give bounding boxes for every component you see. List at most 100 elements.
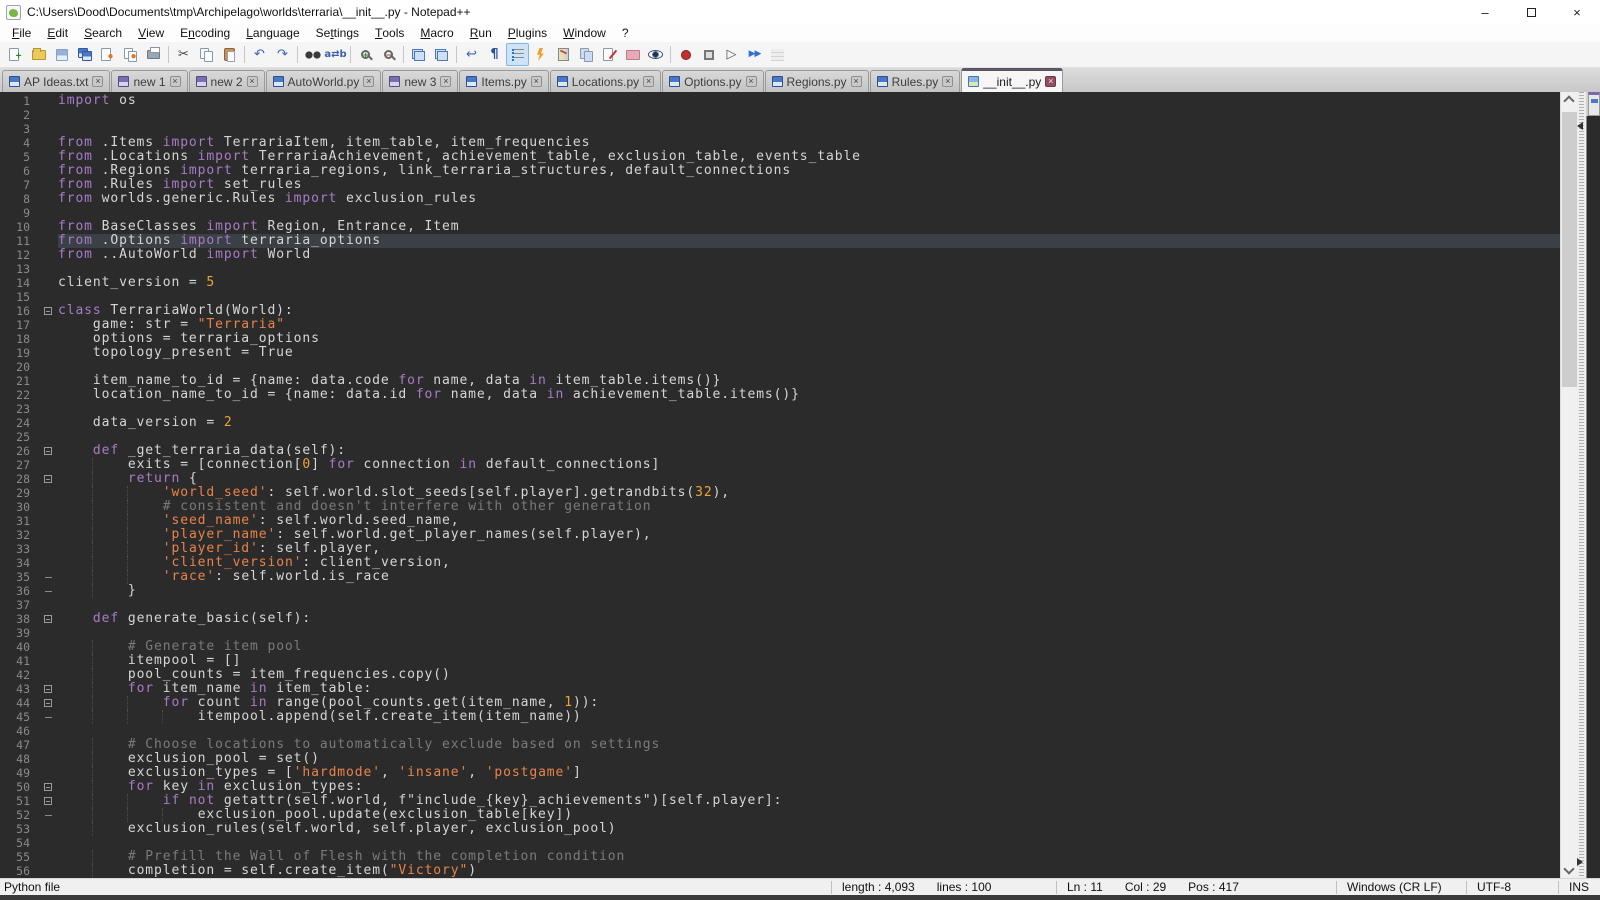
code-line-19[interactable]: 19 topology_present = True <box>0 346 1560 360</box>
fold-margin[interactable] <box>42 486 58 500</box>
code-line-41[interactable]: 41 itempool = [] <box>0 654 1560 668</box>
fold-margin[interactable] <box>42 500 58 514</box>
fold-margin[interactable] <box>42 780 58 794</box>
undo-icon[interactable]: ↶ <box>248 43 271 66</box>
fold-margin[interactable] <box>42 584 58 598</box>
fold-margin[interactable] <box>42 444 58 458</box>
word-wrap-icon[interactable]: ↩ <box>460 43 483 66</box>
fold-margin[interactable] <box>42 822 58 836</box>
tab-regions-py[interactable]: Regions.py× <box>765 70 869 92</box>
code-line-6[interactable]: 6from .Regions import terraria_regions, … <box>0 164 1560 178</box>
fold-collapse-icon[interactable] <box>44 447 52 455</box>
code-line-16[interactable]: 16class TerrariaWorld(World): <box>0 304 1560 318</box>
fold-collapse-icon[interactable] <box>44 685 52 693</box>
code-line-46[interactable]: 46 <box>0 724 1560 738</box>
menu-edit[interactable]: Edit <box>39 24 76 42</box>
fold-collapse-icon[interactable] <box>44 307 52 315</box>
status-eol-format[interactable]: Windows (CR LF) <box>1336 881 1466 894</box>
fold-margin[interactable] <box>42 668 58 682</box>
code-line-21[interactable]: 21 item_name_to_id = {name: data.code fo… <box>0 374 1560 388</box>
code-line-47[interactable]: 47 # Choose locations to automatically e… <box>0 738 1560 752</box>
fold-margin[interactable] <box>42 262 58 276</box>
save-all-icon[interactable] <box>73 43 96 66</box>
fold-collapse-icon[interactable] <box>44 797 52 805</box>
menu-file[interactable]: File <box>4 24 39 42</box>
fold-margin[interactable] <box>42 542 58 556</box>
fold-margin[interactable] <box>42 318 58 332</box>
tab-close-icon[interactable]: × <box>531 76 542 87</box>
close-icon[interactable]: ● <box>96 43 119 66</box>
code-line-22[interactable]: 22 location_name_to_id = {name: data.id … <box>0 388 1560 402</box>
cut-icon[interactable]: ✂ <box>172 43 195 66</box>
fold-margin[interactable] <box>42 682 58 696</box>
fold-margin[interactable] <box>42 766 58 780</box>
menu-search[interactable]: Search <box>76 24 130 42</box>
tab-locations-py[interactable]: Locations.py× <box>550 70 661 92</box>
code-line-30[interactable]: 30 # consistent and doesn't interfere wi… <box>0 500 1560 514</box>
fold-margin[interactable] <box>42 710 58 724</box>
fold-margin[interactable] <box>42 528 58 542</box>
fold-margin[interactable] <box>42 654 58 668</box>
replace-icon[interactable]: a⇄b <box>324 43 347 66</box>
fold-collapse-icon[interactable] <box>44 699 52 707</box>
tab-close-icon[interactable]: × <box>942 76 953 87</box>
code-line-3[interactable]: 3 <box>0 122 1560 136</box>
code-line-56[interactable]: 56 completion = self.create_item("Victor… <box>0 864 1560 878</box>
code-line-5[interactable]: 5from .Locations import TerrariaAchievem… <box>0 150 1560 164</box>
fold-collapse-icon[interactable] <box>44 475 52 483</box>
code-line-10[interactable]: 10from BaseClasses import Region, Entran… <box>0 220 1560 234</box>
menu-view[interactable]: View <box>130 24 172 42</box>
fold-margin[interactable] <box>42 346 58 360</box>
fold-margin[interactable] <box>42 416 58 430</box>
tab-autoworld-py[interactable]: AutoWorld.py× <box>266 70 382 92</box>
macro-run-multiple-icon[interactable]: ▶▶ <box>743 43 766 66</box>
tab-new-1[interactable]: new 1× <box>111 70 187 92</box>
code-line-17[interactable]: 17 game: str = "Terraria" <box>0 318 1560 332</box>
fold-margin[interactable] <box>42 122 58 136</box>
code-line-9[interactable]: 9 <box>0 206 1560 220</box>
redo-icon[interactable]: ↷ <box>271 43 294 66</box>
tab-close-icon[interactable]: × <box>440 76 451 87</box>
fold-margin[interactable] <box>42 178 58 192</box>
view-splitter[interactable] <box>1577 92 1586 878</box>
menu-plugins[interactable]: Plugins <box>500 24 555 42</box>
fold-margin[interactable] <box>42 290 58 304</box>
fold-margin[interactable] <box>42 514 58 528</box>
macro-record-icon[interactable] <box>674 43 697 66</box>
menu-run[interactable]: Run <box>462 24 500 42</box>
code-line-26[interactable]: 26 def _get_terraria_data(self): <box>0 444 1560 458</box>
code-line-1[interactable]: 1import os <box>0 94 1560 108</box>
tab-options-py[interactable]: Options.py× <box>662 70 763 92</box>
code-line-15[interactable]: 15 <box>0 290 1560 304</box>
save-icon[interactable] <box>50 43 73 66</box>
fold-margin[interactable] <box>42 794 58 808</box>
scroll-up-arrow-icon[interactable] <box>1563 95 1574 106</box>
menu-language[interactable]: Language <box>238 24 307 42</box>
code-line-38[interactable]: 38 def generate_basic(self): <box>0 612 1560 626</box>
zoom-in-icon[interactable]: + <box>354 43 377 66</box>
fold-margin[interactable] <box>42 108 58 122</box>
fold-margin[interactable] <box>42 612 58 626</box>
code-line-50[interactable]: 50 for key in exclusion_types: <box>0 780 1560 794</box>
fold-margin[interactable] <box>42 220 58 234</box>
zoom-out-icon[interactable]: − <box>377 43 400 66</box>
tab-close-icon[interactable]: × <box>643 76 654 87</box>
second-view-tab[interactable] <box>1588 92 1600 116</box>
code-line-33[interactable]: 33 'player_id': self.player, <box>0 542 1560 556</box>
fold-margin[interactable] <box>42 752 58 766</box>
tab-rules-py[interactable]: Rules.py× <box>870 70 961 92</box>
monitoring-icon[interactable] <box>644 43 667 66</box>
tab-close-icon[interactable]: × <box>92 76 103 87</box>
fold-margin[interactable] <box>42 626 58 640</box>
code-line-54[interactable]: 54 <box>0 836 1560 850</box>
fold-margin[interactable] <box>42 388 58 402</box>
fold-margin[interactable] <box>42 738 58 752</box>
restore-button[interactable] <box>1508 0 1554 24</box>
status-encoding[interactable]: UTF-8 <box>1466 881 1558 894</box>
code-line-43[interactable]: 43 for item_name in item_table: <box>0 682 1560 696</box>
fold-margin[interactable] <box>42 402 58 416</box>
code-line-39[interactable]: 39 <box>0 626 1560 640</box>
code-line-31[interactable]: 31 'seed_name': self.world.seed_name, <box>0 514 1560 528</box>
tab-close-icon[interactable]: × <box>851 76 862 87</box>
macro-save-icon[interactable] <box>766 43 789 66</box>
